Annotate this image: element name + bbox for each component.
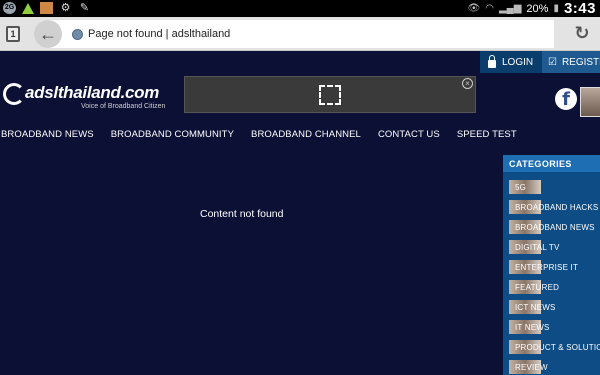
category-item[interactable]: PRODUCT & SOLUTION: [503, 338, 600, 358]
main-nav: BROADBAND NEWS BROADBAND COMMUNITY BROAD…: [0, 129, 517, 140]
category-item[interactable]: ICT NEWS: [503, 298, 600, 318]
back-arrow-icon: ←: [39, 23, 57, 44]
checkbox-icon: ☑: [547, 56, 557, 68]
category-label: DIGITAL TV: [515, 243, 560, 252]
battery-percent: 20%: [526, 2, 549, 15]
category-label: 5G: [515, 183, 527, 192]
categories-title: CATEGORIES: [503, 155, 600, 172]
web-page: LOGIN ☑ REGISTER adslthailand.com Voice …: [0, 51, 600, 375]
site-logo[interactable]: adslthailand.com Voice of Broadband Citi…: [3, 81, 183, 113]
wifi-icon: ◠: [485, 3, 494, 14]
category-item[interactable]: IT NEWS: [503, 318, 600, 338]
register-button[interactable]: ☑ REGISTER: [541, 51, 600, 73]
status-bar: 2G ⚙ ✎ 👁 ◠ ▂▄▆ 20% ▮ 3:43: [0, 0, 600, 17]
close-ad-icon[interactable]: ×: [462, 78, 473, 89]
category-label: FEATURED: [515, 283, 560, 292]
carrier-icon: [22, 2, 34, 14]
category-label: BROADBAND HACKS: [515, 203, 599, 212]
logo-swoosh-icon: [3, 83, 25, 105]
refresh-icon: ↻: [574, 23, 590, 43]
category-item[interactable]: DIGITAL TV: [503, 238, 600, 258]
avatar[interactable]: [580, 87, 600, 117]
image-placeholder-icon: [319, 85, 341, 105]
app-notification-icon: [40, 2, 53, 14]
login-label: LOGIN: [502, 56, 534, 68]
category-label: REVIEW: [515, 363, 548, 372]
back-button[interactable]: ←: [34, 20, 62, 48]
nav-item-broadband-news[interactable]: BROADBAND NEWS: [1, 129, 94, 140]
settings-icon: ⚙: [60, 2, 71, 14]
register-label: REGISTER: [561, 56, 600, 68]
ad-banner[interactable]: ×: [184, 76, 476, 113]
nav-item-broadband-community[interactable]: BROADBAND COMMUNITY: [111, 129, 234, 140]
nav-item-speed-test[interactable]: SPEED TEST: [457, 129, 517, 140]
category-item[interactable]: 5G: [503, 178, 600, 198]
categories-sidebar: CATEGORIES 5G BROADBAND HACKS BROADBAND …: [503, 155, 600, 375]
account-strip: LOGIN ☑ REGISTER: [480, 51, 600, 73]
logo-text: adslthailand.com: [25, 83, 160, 102]
lock-icon: [488, 54, 496, 68]
nav-item-broadband-channel[interactable]: BROADBAND CHANNEL: [251, 129, 361, 140]
signal-icon: ▂▄▆: [498, 3, 522, 14]
tabs-button[interactable]: 1: [6, 26, 20, 42]
status-system-icons: 👁 ◠ ▂▄▆ 20% ▮ 3:43: [468, 0, 596, 17]
category-label: BROADBAND NEWS: [515, 223, 595, 232]
browser-toolbar: 1 ← Page not found | adslthailand ↻: [0, 17, 600, 51]
pen-icon: ✎: [79, 2, 90, 14]
address-bar[interactable]: ← Page not found | adslthailand: [34, 20, 554, 48]
logo-tagline: Voice of Broadband Citizen: [81, 103, 166, 110]
category-item[interactable]: FEATURED: [503, 278, 600, 298]
clock: 3:43: [563, 0, 596, 17]
refresh-button[interactable]: ↻: [572, 23, 592, 43]
category-item[interactable]: BROADBAND NEWS: [503, 218, 600, 238]
battery-icon: ▮: [553, 3, 559, 14]
category-item[interactable]: BROADBAND HACKS: [503, 198, 600, 218]
category-item[interactable]: ENTERPRISE IT: [503, 258, 600, 278]
eye-icon: 👁: [467, 3, 481, 14]
category-label: ENTERPRISE IT: [515, 263, 579, 272]
category-label: IT NEWS: [515, 323, 550, 332]
nav-item-contact-us[interactable]: CONTACT US: [378, 129, 440, 140]
status-notification-icons: 2G ⚙ ✎: [3, 2, 91, 14]
category-label: PRODUCT & SOLUTION: [515, 343, 600, 352]
not-found-message: Content not found: [200, 208, 284, 220]
login-button[interactable]: LOGIN: [480, 51, 542, 73]
category-list: 5G BROADBAND HACKS BROADBAND NEWS DIGITA…: [503, 172, 600, 375]
page-title[interactable]: Page not found | adslthailand: [88, 28, 230, 40]
network-2g-icon: 2G: [3, 2, 16, 14]
category-label: ICT NEWS: [515, 303, 556, 312]
globe-icon: [72, 28, 83, 40]
category-item[interactable]: REVIEW: [503, 358, 600, 375]
facebook-icon[interactable]: f: [555, 88, 577, 110]
